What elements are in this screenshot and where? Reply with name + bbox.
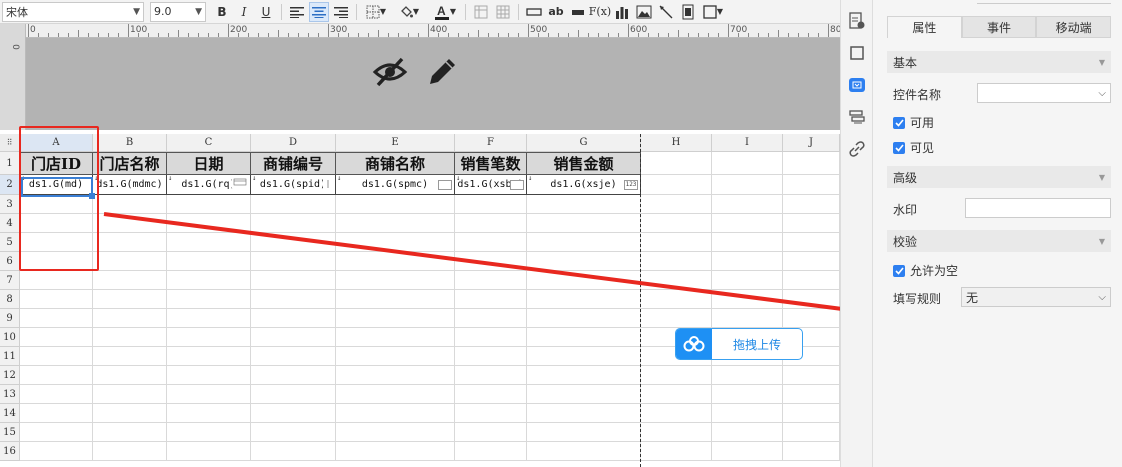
panel-top-cutoff — [887, 0, 1111, 6]
tab-properties[interactable]: 属性 — [887, 16, 962, 38]
control-name-label: 控件名称 — [893, 88, 942, 102]
collapse-icon: ▼ — [1098, 57, 1105, 67]
cell-attr-icon[interactable] — [848, 12, 866, 30]
checkbox-checked-icon[interactable] — [893, 264, 905, 277]
property-tabs: 属性 事件 移动端 — [887, 16, 1112, 38]
watermark-input[interactable] — [965, 198, 1111, 218]
cloud-upload-icon — [676, 329, 712, 359]
fill-rule-select[interactable]: 无 ⌵ — [961, 287, 1111, 307]
fill-rule-label: 填写规则 — [893, 292, 942, 306]
section-validation[interactable]: 校验 ▼ — [887, 230, 1111, 252]
tab-events[interactable]: 事件 — [961, 16, 1037, 38]
visible-label: 可见 — [910, 141, 935, 155]
collapse-icon: ▼ — [1098, 236, 1105, 246]
section-basic[interactable]: 基本 ▼ — [887, 51, 1111, 73]
property-panel: 属性 事件 移动端 基本 ▼ 控件名称 ⌵ 可用 可见 高级 ▼ 水印 校验 ▼… — [872, 0, 1122, 467]
collapse-icon: ▼ — [1098, 172, 1105, 182]
chevron-down-icon: ⌵ — [1098, 87, 1106, 99]
section-validation-label: 校验 — [893, 234, 918, 249]
checkbox-checked-icon[interactable] — [893, 141, 905, 154]
allow-empty-label: 允许为空 — [910, 264, 959, 278]
section-basic-label: 基本 — [893, 55, 918, 70]
report-designer-window: 宋体 ▼ 9.0 ▼ B I U ▼ ▼ A ▼ ab F(x) ▼ 0 100… — [0, 0, 1122, 467]
chevron-down-icon: ⌵ — [1098, 291, 1106, 303]
checkbox-checked-icon[interactable] — [893, 116, 905, 129]
section-advanced[interactable]: 高级 ▼ — [887, 166, 1111, 188]
link-icon[interactable] — [848, 140, 866, 158]
widget-icon[interactable] — [849, 78, 865, 92]
visible-checkbox-row[interactable]: 可见 — [893, 139, 934, 156]
section-advanced-label: 高级 — [893, 170, 918, 185]
drag-upload-button[interactable]: 拖拽上传 — [675, 328, 803, 360]
enabled-label: 可用 — [910, 116, 935, 130]
watermark-label: 水印 — [893, 203, 918, 217]
tab-mobile[interactable]: 移动端 — [1036, 16, 1112, 38]
border-icon[interactable] — [848, 44, 866, 62]
layer-icon[interactable] — [848, 108, 866, 126]
enabled-checkbox-row[interactable]: 可用 — [893, 114, 934, 131]
control-name-select[interactable]: ⌵ — [977, 83, 1111, 103]
allow-empty-checkbox-row[interactable]: 允许为空 — [893, 262, 958, 279]
fill-rule-value: 无 — [966, 290, 979, 305]
right-icon-strip — [840, 0, 872, 467]
upload-label: 拖拽上传 — [732, 337, 781, 352]
